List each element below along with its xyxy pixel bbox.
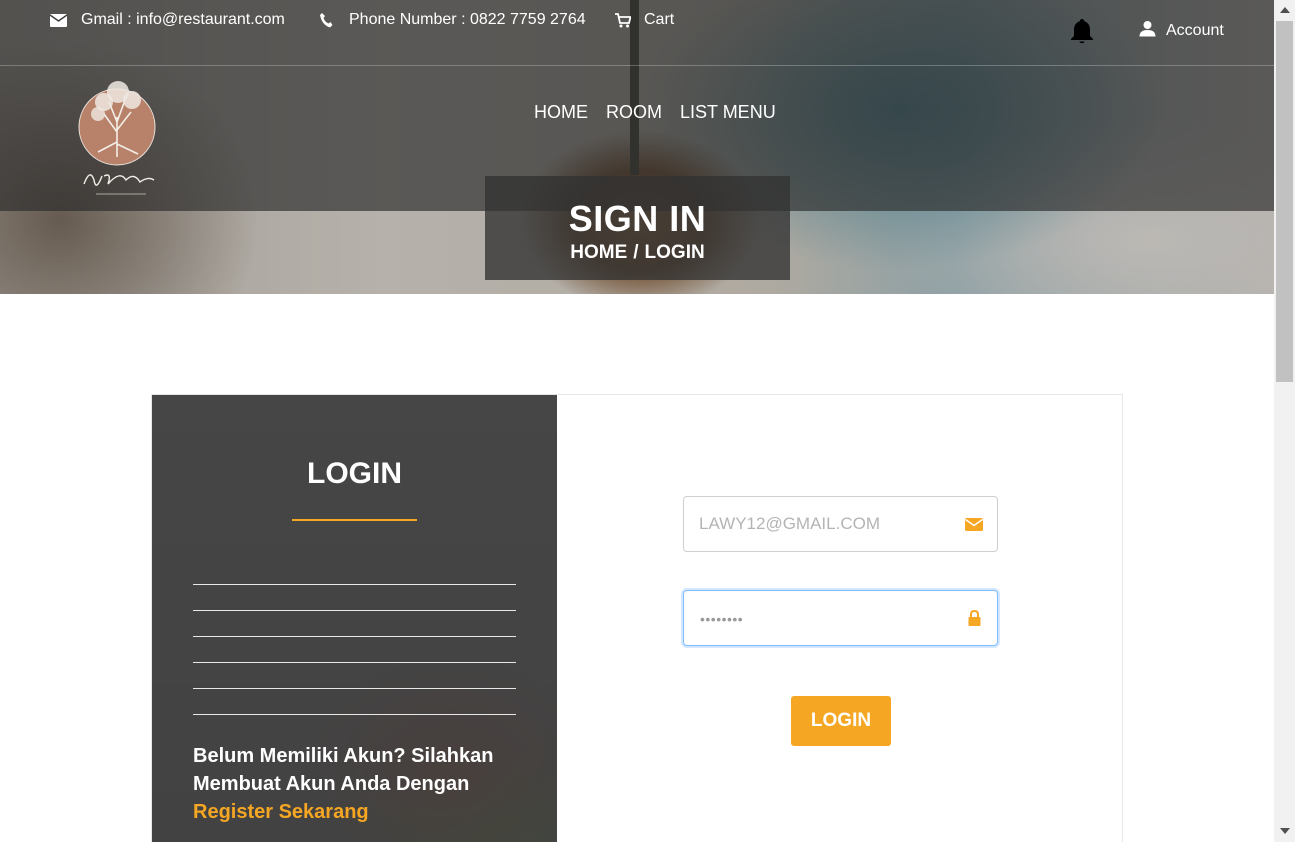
title-underline [292,519,417,521]
bell-icon[interactable] [1069,17,1095,45]
nav-room[interactable]: ROOM [606,102,662,123]
divider-line [193,636,516,637]
page-title-box: SIGN IN HOME / LOGIN [485,176,790,280]
divider-line [193,662,516,663]
topbar-phone[interactable]: Phone Number : 0822 7759 2764 [317,11,586,29]
phone-icon [317,11,335,29]
divider-line [193,688,516,689]
nav-home[interactable]: HOME [534,102,588,123]
topbar-cart[interactable]: Cart [614,11,674,29]
breadcrumb: HOME / LOGIN [485,242,790,264]
scroll-up-arrow[interactable] [1280,7,1290,13]
email-field [683,496,998,552]
lock-icon [965,609,983,627]
account-label: Account [1166,22,1224,39]
login-side-panel: LOGIN Belum Memiliki Akun? Silahkan Memb… [152,395,557,842]
divider-line [193,610,516,611]
main-nav: HOME ROOM LIST MENU [534,102,776,123]
divider-line [193,584,516,585]
topbar-gmail-text: Gmail : info@restaurant.com [81,11,285,28]
mail-icon [49,11,67,29]
breadcrumb-home[interactable]: HOME [570,242,627,263]
password-input[interactable] [684,591,997,645]
header-divider [0,65,1274,66]
login-button[interactable]: LOGIN [791,696,891,746]
cart-icon [614,11,632,29]
login-card: LOGIN Belum Memiliki Akun? Silahkan Memb… [151,394,1123,842]
page-title: SIGN IN [568,198,707,239]
user-icon [1139,20,1156,42]
hero-banner: Gmail : info@restaurant.com Phone Number… [0,0,1274,294]
password-field: •••••••• [683,590,998,646]
topbar-phone-text: Phone Number : 0822 7759 2764 [349,11,586,28]
account-link[interactable]: Account [1139,20,1224,42]
divider-line [193,714,516,715]
page-scrollbar[interactable] [1274,0,1295,842]
scroll-down-arrow[interactable] [1280,828,1290,834]
topbar-gmail[interactable]: Gmail : info@restaurant.com [49,11,285,29]
breadcrumb-current: LOGIN [644,242,705,263]
envelope-icon [965,515,983,533]
register-link[interactable]: Register Sekarang [193,801,369,823]
upsize-logo[interactable] [76,72,164,204]
scrollbar-thumb[interactable] [1276,21,1293,382]
topbar-cart-text: Cart [644,11,675,28]
breadcrumb-separator: / [633,242,639,263]
register-note-text: Belum Memiliki Akun? Silahkan Membuat Ak… [193,745,494,795]
register-note: Belum Memiliki Akun? Silahkan Membuat Ak… [193,742,513,826]
nav-list-menu[interactable]: LIST MENU [680,102,776,123]
email-input[interactable] [684,497,997,551]
login-panel-title: LOGIN [307,457,402,490]
